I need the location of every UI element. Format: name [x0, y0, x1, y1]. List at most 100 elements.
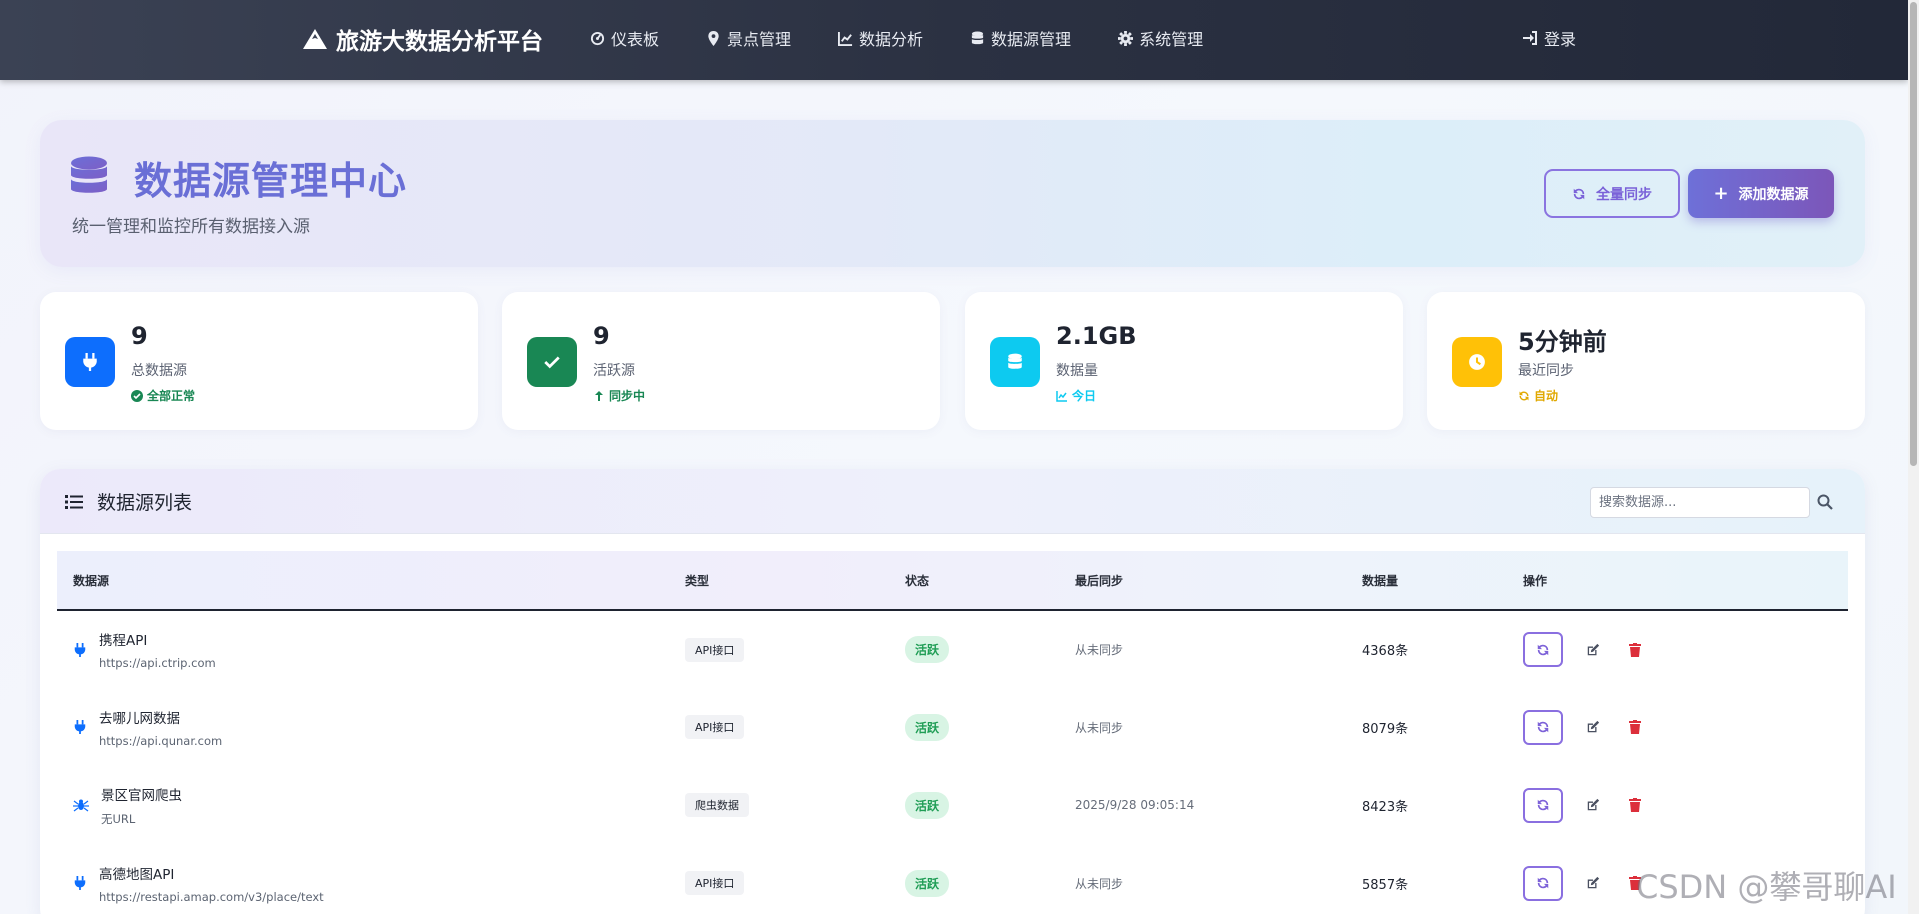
stat-note: 自动 [1518, 387, 1558, 404]
nav-item-dashboard[interactable]: 仪表板 [590, 26, 659, 50]
source-name: 景区官网爬虫 [101, 787, 182, 804]
plug-icon [74, 642, 86, 657]
edit-icon [1587, 876, 1600, 889]
edit-button[interactable] [1575, 866, 1611, 901]
table-row[interactable]: 高德地图API https://restapi.amap.com/v3/place… [57, 844, 1848, 914]
datasource-table: 数据源 类型 状态 最后同步 数据量 操作 携程API https://api.c… [57, 551, 1848, 914]
column-header[interactable]: 最后同步 [1059, 551, 1346, 611]
type-badge: 爬虫数据 [685, 793, 749, 817]
stat-value: 9 [593, 322, 610, 350]
table-row[interactable]: 携程API https://api.ctrip.com API接口 活跃 从未同步… [57, 610, 1848, 688]
top-navbar: 旅游大数据分析平台 仪表板 景点管理 数据分析 数据源管理 系统管理 登录 [0, 0, 1908, 80]
stat-note: 全部正常 [131, 387, 195, 404]
page-subtitle: 统一管理和监控所有数据接入源 [72, 217, 310, 237]
stat-value: 9 [131, 322, 148, 350]
sync-icon [1573, 188, 1585, 199]
add-source-button[interactable]: + 添加数据源 [1688, 169, 1834, 218]
column-header[interactable]: 数据量 [1346, 551, 1507, 611]
delete-button[interactable] [1617, 788, 1653, 823]
data-amount: 8079条 [1362, 721, 1409, 737]
stat-label: 数据量 [1056, 363, 1098, 379]
trash-icon [1629, 720, 1641, 734]
source-url: https://restapi.amap.com/v3/place/text [99, 889, 324, 904]
search-input[interactable] [1590, 487, 1810, 518]
sync-icon [1537, 799, 1549, 811]
stat-card-total: 9 总数据源 全部正常 [40, 292, 478, 430]
edit-button[interactable] [1575, 788, 1611, 823]
line-chart-icon [838, 31, 853, 46]
table-row[interactable]: 去哪儿网数据 https://api.qunar.com API接口 活跃 从未同… [57, 688, 1848, 766]
stat-icon-box [527, 337, 577, 387]
database-icon [1008, 353, 1022, 369]
sync-button[interactable] [1523, 632, 1563, 667]
column-header[interactable]: 状态 [889, 551, 1059, 611]
stat-label: 活跃源 [593, 363, 635, 379]
column-header: 操作 [1507, 551, 1848, 611]
datasource-list-card: 数据源列表 数据源 类型 状态 最后同步 数据量 操作 携程APIhttps:/ [40, 469, 1865, 914]
plug-icon [83, 353, 97, 371]
brand[interactable]: 旅游大数据分析平台 [302, 22, 543, 56]
sync-icon [1519, 390, 1529, 401]
database-icon [71, 156, 107, 193]
search-icon[interactable] [1817, 494, 1833, 510]
status-badge: 活跃 [905, 636, 950, 663]
stat-icon-box [65, 337, 115, 387]
nav-item-label: 系统管理 [1139, 30, 1204, 49]
list-title-text: 数据源列表 [97, 492, 193, 514]
scrollbar-thumb[interactable] [1910, 2, 1917, 466]
sync-button[interactable] [1523, 709, 1563, 745]
source-name: 携程API [99, 633, 148, 649]
stat-value: 2.1GB [1056, 322, 1137, 350]
edit-icon [1587, 643, 1600, 655]
trash-icon [1629, 798, 1641, 812]
type-badge: API接口 [685, 715, 745, 739]
list-header: 数据源列表 [40, 469, 1865, 534]
data-amount: 5857条 [1362, 877, 1409, 893]
stat-note-text: 同步中 [609, 389, 646, 403]
stat-card-volume: 2.1GB 数据量 今日 [965, 292, 1403, 430]
edit-button[interactable] [1575, 632, 1611, 667]
source-url: https://api.ctrip.com [99, 656, 216, 670]
nav-item-label: 景点管理 [727, 30, 792, 49]
edit-icon [1587, 720, 1600, 733]
sync-icon [1537, 644, 1549, 655]
login-link[interactable]: 登录 [1522, 26, 1576, 50]
plug-icon [74, 876, 86, 890]
dashboard-icon [590, 31, 605, 45]
nav-item-attractions[interactable]: 景点管理 [706, 26, 791, 50]
sync-all-button[interactable]: 全量同步 [1544, 169, 1680, 218]
nav-item-system[interactable]: 系统管理 [1118, 26, 1203, 50]
stat-card-active: 9 活跃源 同步中 [502, 292, 940, 430]
edit-icon [1587, 798, 1600, 811]
stat-note: 今日 [1056, 387, 1096, 404]
type-badge: API接口 [685, 871, 745, 895]
page-header-card: 数据源管理中心 统一管理和监控所有数据接入源 全量同步 + 添加数据源 [40, 120, 1865, 267]
check-circle-icon [131, 389, 143, 402]
nav-item-label: 仪表板 [611, 30, 660, 49]
delete-button[interactable] [1617, 632, 1653, 667]
sync-button[interactable] [1523, 787, 1563, 823]
plug-icon [74, 720, 86, 734]
list-title: 数据源列表 [65, 488, 192, 515]
table-row[interactable]: 景区官网爬虫 无URL 爬虫数据 活跃 2025/9/28 09:05:14 84… [57, 766, 1848, 844]
column-header[interactable]: 数据源 [57, 551, 669, 611]
nav-item-analysis[interactable]: 数据分析 [838, 26, 923, 50]
stat-value: 5分钟前 [1518, 328, 1607, 356]
map-marker-icon [708, 30, 719, 46]
arrow-up-icon [595, 390, 603, 401]
delete-button[interactable] [1617, 710, 1653, 745]
column-header[interactable]: 类型 [669, 551, 889, 611]
page-scrollbar[interactable] [1908, 0, 1919, 914]
nav-menu: 仪表板 景点管理 数据分析 数据源管理 系统管理 [590, 26, 1250, 50]
status-badge: 活跃 [905, 713, 950, 741]
line-chart-icon [1056, 390, 1067, 402]
sync-button[interactable] [1523, 865, 1563, 901]
gear-icon [1118, 30, 1134, 46]
stat-label: 最近同步 [1518, 363, 1574, 379]
table-header-row: 数据源 类型 状态 最后同步 数据量 操作 [57, 551, 1848, 611]
nav-item-datasource[interactable]: 数据源管理 [970, 26, 1071, 50]
watermark: CSDN @攀哥聊AI [1636, 868, 1897, 906]
edit-button[interactable] [1575, 710, 1611, 745]
stat-icon-box [1452, 337, 1502, 387]
last-sync: 从未同步 [1075, 720, 1124, 735]
